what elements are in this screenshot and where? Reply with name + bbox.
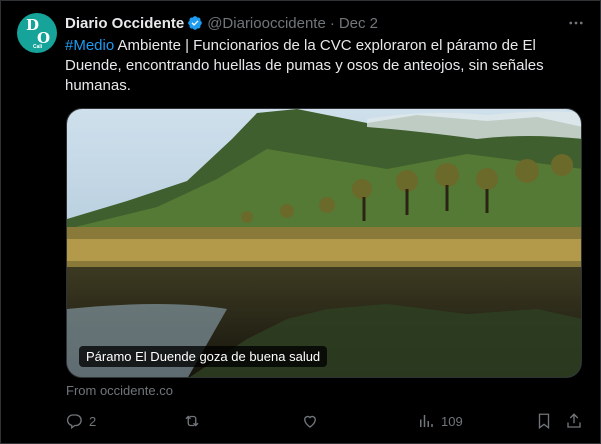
card-source[interactable]: From occidente.co	[66, 383, 173, 398]
share-icon	[567, 413, 581, 428]
share-button[interactable]	[565, 411, 583, 431]
card-caption: Páramo El Duende goza de buena salud	[79, 346, 328, 367]
tweet-date[interactable]: Dec 2	[339, 15, 378, 32]
reply-count: 2	[89, 413, 97, 429]
avatar[interactable]: D O Cali	[17, 13, 57, 53]
tweet-text: #Medio Ambiente | Funcionarios de la CVC…	[65, 36, 565, 96]
author-name[interactable]: Diario Occidente	[65, 15, 184, 32]
link-card[interactable]: Páramo El Duende goza de buena salud	[66, 108, 582, 378]
hashtag-link[interactable]: #Medio	[65, 37, 114, 54]
retweet-button[interactable]	[183, 411, 201, 431]
author-handle[interactable]: @Diariooccidente	[207, 15, 326, 32]
tweet-body: Ambiente | Funcionarios de la CVC explor…	[65, 37, 544, 94]
bookmark-icon	[538, 413, 550, 430]
bookmark-button[interactable]	[535, 411, 553, 431]
views-count: 109	[441, 413, 463, 429]
views-icon	[420, 415, 433, 427]
reply-icon	[66, 414, 82, 430]
more-icon[interactable]	[566, 13, 586, 33]
like-icon	[304, 415, 316, 428]
avatar-subtext: Cali	[33, 44, 43, 50]
separator-dot: ·	[329, 14, 335, 32]
retweet-icon	[185, 415, 199, 427]
views-button[interactable]: 109	[417, 411, 463, 431]
like-button[interactable]	[301, 411, 319, 431]
verified-badge-icon	[188, 16, 203, 30]
action-bar: 2 109	[65, 411, 585, 431]
reply-button[interactable]: 2	[65, 411, 96, 431]
tweet-header: Diario Occidente @Diariooccidente · Dec …	[65, 13, 378, 33]
card-image	[67, 109, 581, 377]
